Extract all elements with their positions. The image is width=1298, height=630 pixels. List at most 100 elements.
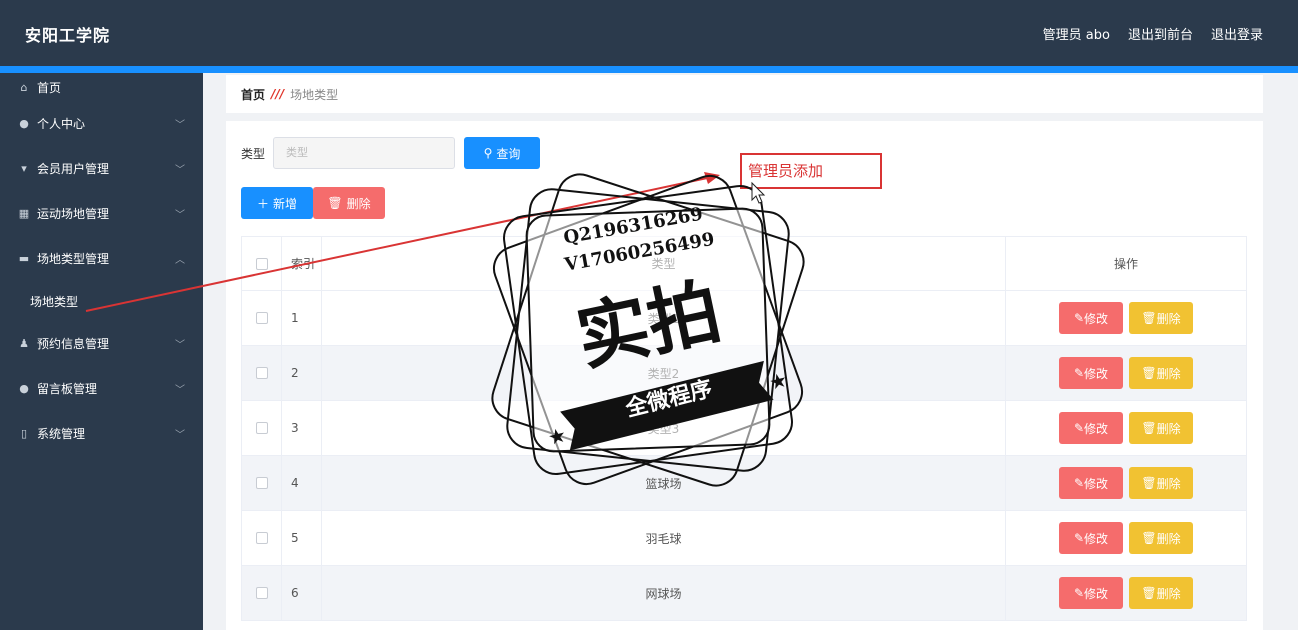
row-checkbox-cell <box>242 566 282 620</box>
search-type-input[interactable]: 类型 <box>273 137 455 169</box>
grid-icon: ▦ <box>18 207 30 220</box>
header-actions: 管理员 abo 退出到前台 退出登录 <box>1043 24 1263 43</box>
row-actions: ✎ 修改 🗑 删除 <box>1006 346 1246 400</box>
sidebar-item-personal[interactable]: ● 个人中心 ﹀ <box>0 101 203 146</box>
row-index: 5 <box>282 511 322 565</box>
table-row: 3 类型3 ✎ 修改 🗑 删除 <box>242 400 1246 455</box>
row-checkbox[interactable] <box>255 422 268 434</box>
edit-label: 修改 <box>1084 531 1109 546</box>
breadcrumb-separator-icon: /// <box>271 87 285 101</box>
edit-icon: ✎ <box>1073 311 1085 325</box>
sidebar-item-home[interactable]: ⌂ 首页 <box>0 73 203 101</box>
delete-button[interactable]: 🗑 删除 <box>1129 577 1193 609</box>
edit-label: 修改 <box>1084 476 1109 491</box>
sidebar-item-reservations[interactable]: ♟ 预约信息管理 ﹀ <box>0 321 203 366</box>
add-button-label: 新增 <box>273 196 298 211</box>
breadcrumb: 首页 /// 场地类型 <box>226 75 1263 113</box>
sidebar-item-system[interactable]: ▯ 系统管理 ﹀ <box>0 411 203 456</box>
table-row: 4 篮球场 ✎ 修改 🗑 删除 <box>242 455 1246 510</box>
sidebar-item-venues[interactable]: ▦ 运动场地管理 ﹀ <box>0 191 203 236</box>
breadcrumb-current: 场地类型 <box>290 87 339 102</box>
chevron-down-icon: ﹀ <box>175 210 185 221</box>
trash-icon: 🗑 <box>1141 531 1157 545</box>
edit-icon: ✎ <box>1073 366 1085 380</box>
table-header-row: 索引 类型 操作 <box>242 237 1246 290</box>
sidebar-item-members[interactable]: ▾ 会员用户管理 ﹀ <box>0 146 203 191</box>
trash-icon: 🗑 <box>1141 476 1157 490</box>
row-checkbox[interactable] <box>255 367 268 379</box>
query-button[interactable]: ⚲ 查询 <box>464 137 540 169</box>
row-actions: ✎ 修改 🗑 删除 <box>1006 456 1246 510</box>
edit-icon: ✎ <box>1073 586 1085 600</box>
select-all-cell <box>242 237 282 290</box>
venue-type-table: 索引 类型 操作 1 类型1 ✎ 修改 🗑 删除 2 类型2 ✎ 修改 🗑 删除 3 <box>241 236 1247 621</box>
table-row: 6 网球场 ✎ 修改 🗑 删除 <box>242 565 1246 620</box>
delete-button[interactable]: 🗑 删除 <box>1129 467 1193 499</box>
table-row: 5 羽毛球 ✎ 修改 🗑 删除 <box>242 510 1246 565</box>
sidebar-item-label: 运动场地管理 <box>37 207 110 221</box>
edit-button[interactable]: ✎ 修改 <box>1059 522 1123 554</box>
sidebar-item-label: 会员用户管理 <box>37 162 110 176</box>
system-icon: ▯ <box>20 427 28 440</box>
logout-link[interactable]: 退出登录 <box>1211 24 1263 43</box>
category-icon: ▬ <box>18 252 30 265</box>
edit-icon: ✎ <box>1073 531 1085 545</box>
sidebar-item-label: 系统管理 <box>37 427 86 441</box>
top-header: 安阳工学院 管理员 abo 退出到前台 退出登录 <box>0 0 1298 66</box>
delete-button[interactable]: 🗑 删除 <box>1129 357 1193 389</box>
row-checkbox[interactable] <box>255 312 268 324</box>
row-checkbox-cell <box>242 511 282 565</box>
back-to-front-link[interactable]: 退出到前台 <box>1128 24 1193 43</box>
batch-delete-button[interactable]: 🗑 删除 <box>313 187 385 219</box>
row-type: 羽毛球 <box>322 511 1006 565</box>
edit-button[interactable]: ✎ 修改 <box>1059 412 1123 444</box>
add-button[interactable]: ＋ 新增 <box>241 187 313 219</box>
delete-button[interactable]: 🗑 删除 <box>1129 412 1193 444</box>
chevron-down-icon: ﹀ <box>175 165 185 176</box>
sidebar-item-label: 留言板管理 <box>37 382 98 396</box>
plus-icon: ＋ <box>256 196 269 211</box>
delete-button[interactable]: 🗑 删除 <box>1129 522 1193 554</box>
row-checkbox-cell <box>242 346 282 400</box>
member-icon: ▾ <box>21 162 27 175</box>
row-index: 3 <box>282 401 322 455</box>
row-checkbox-cell <box>242 291 282 345</box>
row-index: 6 <box>282 566 322 620</box>
row-checkbox[interactable] <box>255 477 268 489</box>
delete-label: 删除 <box>1156 531 1181 546</box>
annotation-label: 管理员添加 <box>740 153 882 189</box>
user-icon: ● <box>19 117 29 130</box>
trash-icon: 🗑 <box>327 196 343 210</box>
delete-label: 删除 <box>1156 586 1181 601</box>
row-checkbox-cell <box>242 401 282 455</box>
sidebar-item-messages[interactable]: ● 留言板管理 ﹀ <box>0 366 203 411</box>
app-title: 安阳工学院 <box>25 26 111 45</box>
trash-icon: 🗑 <box>1141 366 1157 380</box>
select-all-checkbox[interactable] <box>255 257 268 270</box>
delete-label: 删除 <box>1156 366 1181 381</box>
edit-button[interactable]: ✎ 修改 <box>1059 357 1123 389</box>
trash-icon: 🗑 <box>1141 311 1157 325</box>
edit-icon: ✎ <box>1073 421 1085 435</box>
sidebar-item-venue-types[interactable]: ▬ 场地类型管理 ︿ <box>0 236 203 281</box>
sidebar-item-label: 场地类型管理 <box>37 252 110 266</box>
row-checkbox[interactable] <box>255 532 268 544</box>
edit-button[interactable]: ✎ 修改 <box>1059 467 1123 499</box>
header-accent-bar <box>0 66 1298 73</box>
edit-label: 修改 <box>1084 366 1109 381</box>
edit-button[interactable]: ✎ 修改 <box>1059 577 1123 609</box>
chevron-down-icon: ﹀ <box>175 340 185 351</box>
batch-delete-label: 删除 <box>346 196 371 211</box>
table-row: 2 类型2 ✎ 修改 🗑 删除 <box>242 345 1246 400</box>
sidebar-subitem-venue-type[interactable]: 场地类型 <box>0 281 203 321</box>
edit-button[interactable]: ✎ 修改 <box>1059 302 1123 334</box>
table-row: 1 类型1 ✎ 修改 🗑 删除 <box>242 290 1246 345</box>
message-icon: ● <box>19 382 29 395</box>
row-checkbox[interactable] <box>255 587 268 599</box>
delete-button[interactable]: 🗑 删除 <box>1129 302 1193 334</box>
reserve-icon: ♟ <box>19 337 29 350</box>
admin-user-label: 管理员 abo <box>1042 28 1110 43</box>
edit-label: 修改 <box>1084 586 1109 601</box>
header-actions: 操作 <box>1113 257 1138 271</box>
breadcrumb-home[interactable]: 首页 <box>241 86 265 103</box>
